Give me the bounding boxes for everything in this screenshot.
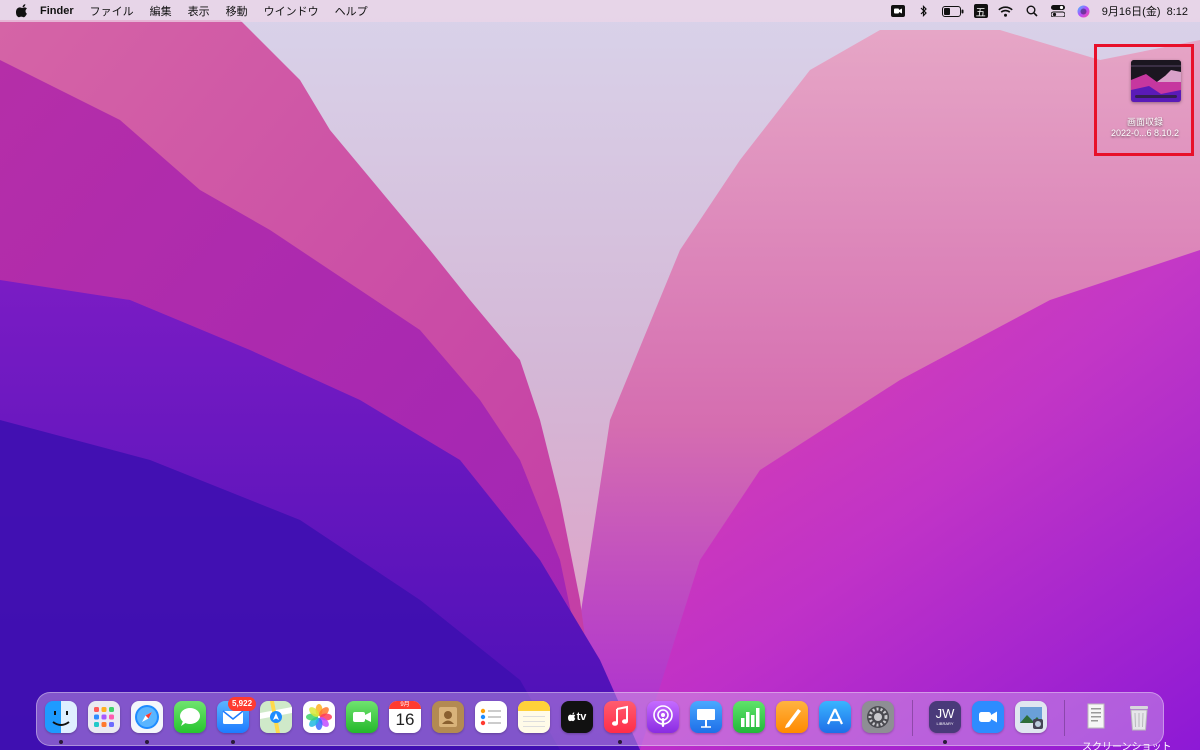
menu-go[interactable]: 移動 — [218, 3, 256, 19]
running-indicator — [59, 740, 63, 744]
dock-facetime-icon[interactable] — [346, 701, 378, 733]
menu-edit[interactable]: 編集 — [142, 3, 180, 19]
mail-unread-badge: 5,922 — [228, 697, 257, 711]
apple-icon[interactable] — [14, 4, 30, 18]
dock-pages-icon[interactable] — [776, 701, 808, 733]
running-indicator — [145, 740, 149, 744]
dock-finder-icon[interactable] — [45, 701, 77, 733]
menu-view[interactable]: 表示 — [180, 3, 218, 19]
dock-system-preferences-icon[interactable] — [862, 701, 894, 733]
siri-icon[interactable] — [1076, 4, 1092, 18]
input-method-icon[interactable]: 五 — [973, 4, 988, 19]
menubar-clock[interactable]: 9月16日(金) 8:12 — [1102, 3, 1188, 19]
dock-safari-icon[interactable] — [131, 701, 163, 733]
menu-bar: Finder ファイル 編集 表示 移動 ウインドウ ヘルプ 五 9月16日(金… — [0, 0, 1200, 22]
dock-maps-icon[interactable] — [260, 701, 292, 733]
jw-sublabel: LIBRARY — [936, 721, 954, 726]
dock-reminders-icon[interactable] — [475, 701, 507, 733]
dock-app-store-icon[interactable] — [819, 701, 851, 733]
video-icon[interactable] — [890, 4, 906, 18]
jw-label: JW — [935, 706, 955, 721]
running-indicator — [618, 740, 622, 744]
bluetooth-icon[interactable] — [916, 4, 932, 18]
menu-help[interactable]: ヘルプ — [327, 3, 376, 19]
dock-numbers-icon[interactable] — [733, 701, 765, 733]
tv-label: tv — [576, 711, 587, 723]
dock-podcasts-icon[interactable] — [647, 701, 679, 733]
control-center-icon[interactable] — [1050, 4, 1066, 18]
dock-tv-icon[interactable]: tv — [561, 701, 593, 733]
wifi-icon[interactable] — [998, 4, 1014, 18]
dock-calendar-icon[interactable]: 9月 16 — [389, 701, 421, 733]
search-icon[interactable] — [1024, 4, 1040, 18]
dock-contacts-icon[interactable] — [432, 701, 464, 733]
dock-separator — [1064, 700, 1065, 736]
dock-notes-icon[interactable] — [518, 701, 550, 733]
dock-keynote-icon[interactable] — [690, 701, 722, 733]
dock-messages-icon[interactable] — [174, 701, 206, 733]
dock-jw-library-icon[interactable]: JW LIBRARY — [929, 701, 961, 733]
menu-window[interactable]: ウインドウ — [256, 3, 327, 19]
menu-app-name[interactable]: Finder — [30, 5, 82, 17]
dock-music-icon[interactable] — [604, 701, 636, 733]
dock-photos-icon[interactable] — [303, 701, 335, 733]
dock-documents-folder-icon[interactable] — [1080, 701, 1112, 733]
highlight-frame — [1094, 44, 1194, 156]
running-indicator — [231, 740, 235, 744]
dock-launchpad-icon[interactable] — [88, 701, 120, 733]
desktop-item-label-partial: スクリーンショット — [1082, 742, 1172, 753]
menu-file[interactable]: ファイル — [82, 3, 142, 19]
desktop-wallpaper — [0, 0, 1200, 750]
dock-trash-icon[interactable] — [1123, 701, 1155, 733]
dock-preview-icon[interactable] — [1015, 701, 1047, 733]
calendar-month: 9月 — [389, 701, 421, 709]
input-method-label: 五 — [975, 7, 986, 19]
battery-icon[interactable] — [941, 4, 964, 18]
running-indicator — [943, 740, 947, 744]
calendar-day: 16 — [395, 710, 415, 729]
dock-zoom-icon[interactable] — [972, 701, 1004, 733]
dock-separator — [912, 700, 913, 736]
